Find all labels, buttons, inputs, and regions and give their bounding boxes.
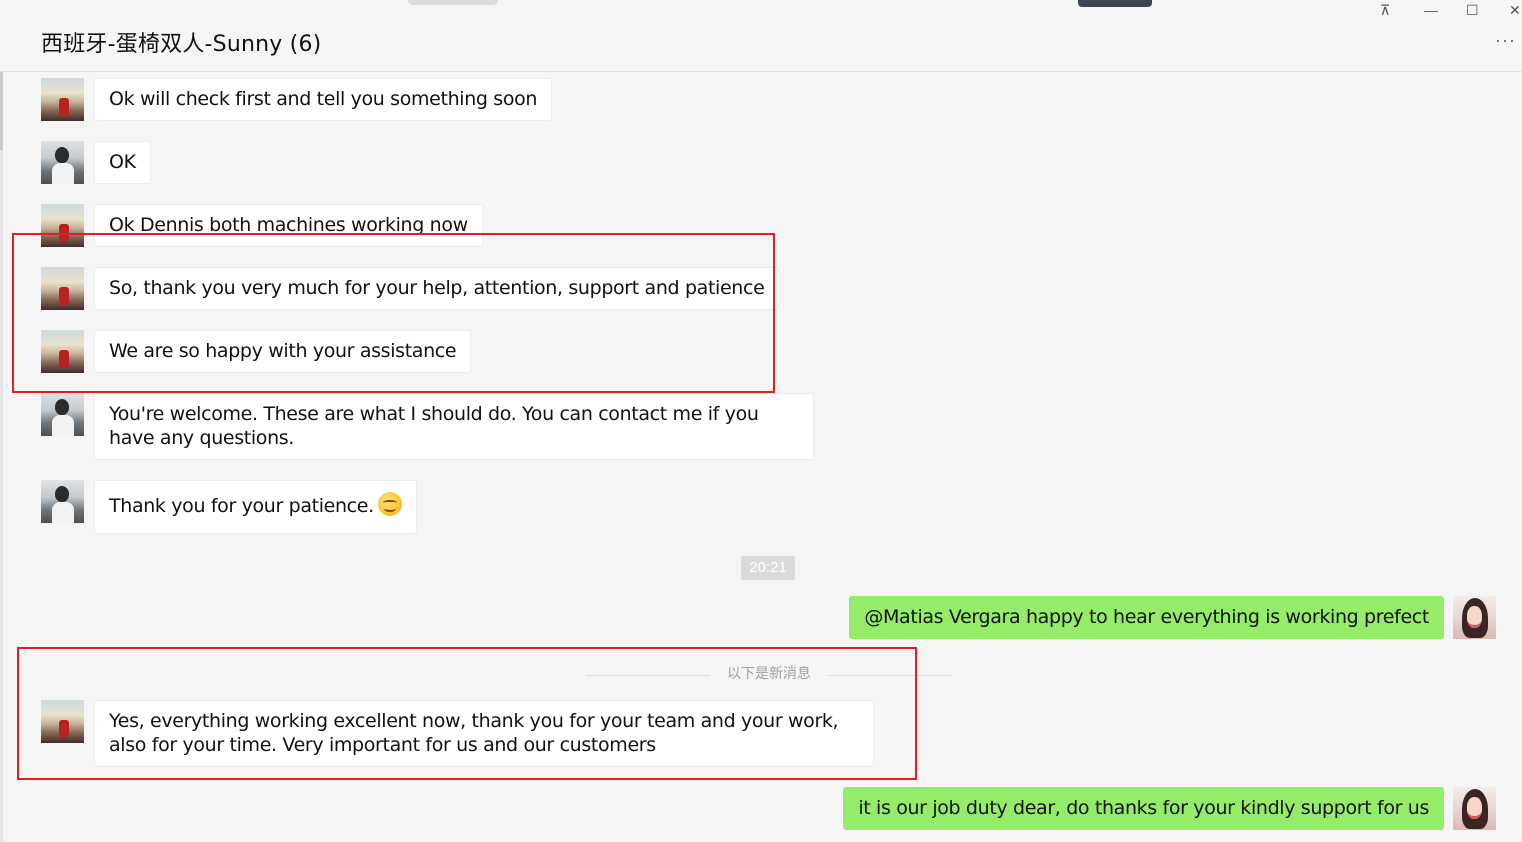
scrollbar-track[interactable] xyxy=(0,72,3,842)
message-bubble[interactable]: So, thank you very much for your help, a… xyxy=(94,267,780,310)
message-bubble[interactable]: You're welcome. These are what I should … xyxy=(94,393,814,460)
more-icon[interactable]: ··· xyxy=(1495,30,1516,51)
window-shadow xyxy=(408,0,498,5)
message-bubble[interactable]: Thank you for your patience. xyxy=(94,480,417,534)
minimize-icon[interactable]: — xyxy=(1424,2,1438,18)
avatar[interactable] xyxy=(41,204,84,247)
message-text: Thank you for your patience. xyxy=(109,495,374,517)
divider-line xyxy=(828,675,952,676)
new-messages-divider: 以下是新消息 xyxy=(727,666,811,682)
message-row: @Matias Vergara happy to hear everything… xyxy=(0,596,1522,639)
overlay-tab xyxy=(1078,0,1152,7)
maximize-icon[interactable]: ☐ xyxy=(1466,2,1479,19)
avatar[interactable] xyxy=(1453,787,1496,830)
message-bubble[interactable]: We are so happy with your assistance xyxy=(94,330,472,373)
message-row: it is our job duty dear, do thanks for y… xyxy=(0,787,1522,830)
chat-title: 西班牙-蛋椅双人-Sunny (6) xyxy=(41,32,322,57)
close-icon[interactable]: ✕ xyxy=(1509,2,1521,19)
avatar[interactable] xyxy=(41,393,84,436)
avatar[interactable] xyxy=(41,700,84,743)
message-bubble[interactable]: OK xyxy=(94,141,151,184)
avatar[interactable] xyxy=(41,141,84,184)
chat-header: 西班牙-蛋椅双人-Sunny (6) ⊼ — ☐ ✕ ··· xyxy=(0,0,1522,72)
smile-emoji-icon xyxy=(377,492,402,516)
avatar[interactable] xyxy=(41,267,84,310)
scrollbar-thumb[interactable] xyxy=(0,72,3,150)
divider-line xyxy=(586,675,710,676)
message-bubble[interactable]: Ok Dennis both machines working now xyxy=(94,204,483,247)
avatar[interactable] xyxy=(1453,596,1496,639)
message-bubble[interactable]: Ok will check first and tell you somethi… xyxy=(94,78,553,121)
message-bubble[interactable]: Yes, everything working excellent now, t… xyxy=(94,700,874,767)
pin-icon[interactable]: ⊼ xyxy=(1380,2,1390,19)
avatar[interactable] xyxy=(41,78,84,121)
message-bubble[interactable]: @Matias Vergara happy to hear everything… xyxy=(849,596,1444,639)
timestamp: 20:21 xyxy=(741,556,795,580)
avatar[interactable] xyxy=(41,480,84,523)
message-bubble[interactable]: it is our job duty dear, do thanks for y… xyxy=(843,787,1444,830)
avatar[interactable] xyxy=(41,330,84,373)
